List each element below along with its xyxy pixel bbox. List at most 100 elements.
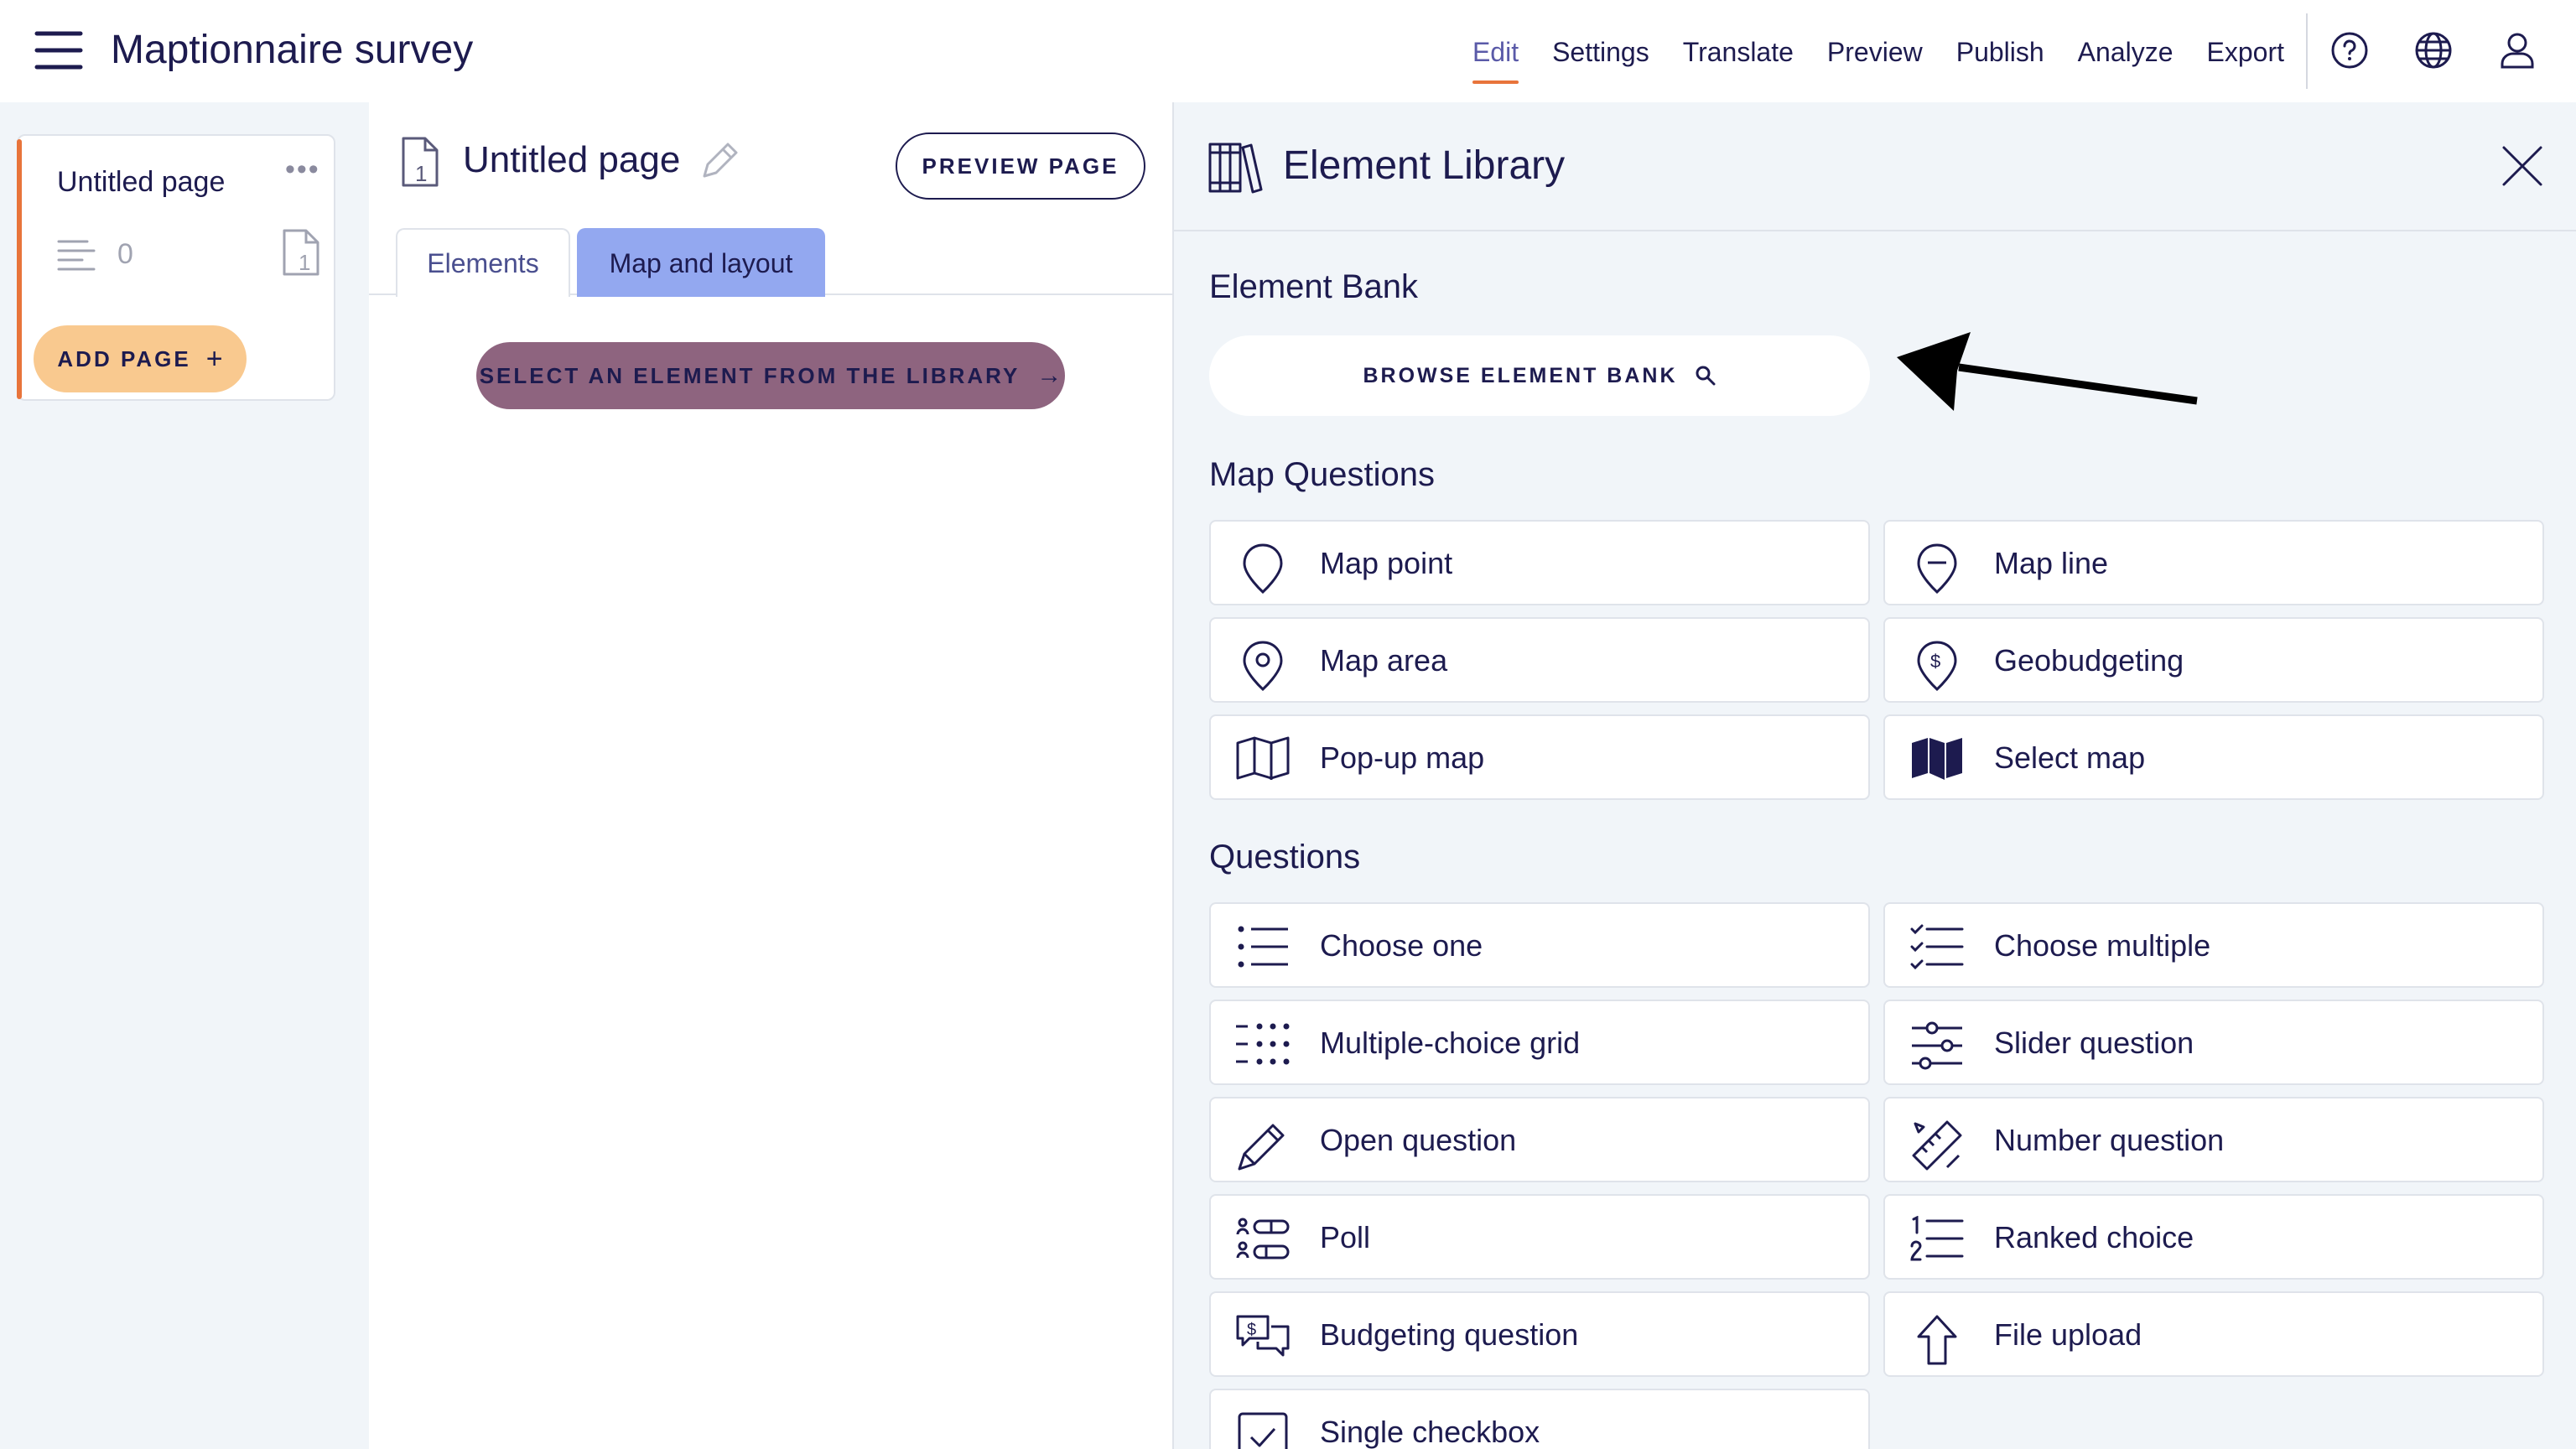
page-document-icon: 1 (401, 136, 439, 188)
nav-preview[interactable]: Preview (1827, 25, 1923, 79)
element-count: 0 (117, 238, 133, 270)
map-line-button[interactable]: Map line (1883, 520, 2544, 605)
folded-map-filled-icon (1910, 736, 1964, 782)
element-library-panel: Element Library Element Bank BROWSE ELEM… (1172, 102, 2576, 1449)
help-icon[interactable] (2329, 30, 2370, 70)
plus-icon: + (205, 342, 223, 375)
multiple-choice-grid-button[interactable]: Multiple-choice grid (1209, 1000, 1870, 1085)
user-icon[interactable] (2497, 30, 2537, 70)
library-title: Element Library (1283, 143, 1566, 188)
map-area-label: Map area (1320, 643, 1448, 678)
page-number: 1 (299, 250, 310, 275)
tab-elements[interactable]: Elements (396, 228, 570, 297)
dot-grid-icon (1236, 1021, 1290, 1067)
annotation-arrow-icon (1892, 327, 2202, 424)
page-card-active-indicator (17, 139, 22, 399)
page-title: Untitled page (463, 139, 681, 180)
select-map-label: Select map (1994, 740, 2146, 775)
pop-up-map-button[interactable]: Pop-up map (1209, 714, 1870, 800)
pencil-icon (1236, 1119, 1290, 1171)
pop-up-map-label: Pop-up map (1320, 740, 1485, 775)
hamburger-menu-icon[interactable] (34, 29, 84, 72)
select-element-label: SELECT AN ELEMENT FROM THE LIBRARY (479, 362, 1021, 388)
checklist-icon (1910, 924, 1964, 969)
map-pin-icon (1236, 542, 1290, 595)
multiple-choice-grid-label: Multiple-choice grid (1320, 1026, 1581, 1060)
add-page-button[interactable]: ADD PAGE + (34, 325, 247, 392)
arrow-right-icon: → (1036, 361, 1062, 389)
single-checkbox-button[interactable]: Single checkbox (1209, 1389, 1870, 1449)
ranked-choice-button[interactable]: Ranked choice (1883, 1194, 2544, 1280)
map-line-icon (1910, 542, 1964, 595)
library-header: Element Library (1174, 102, 2576, 231)
single-checkbox-label: Single checkbox (1320, 1415, 1540, 1449)
number-question-button[interactable]: Number question (1883, 1097, 2544, 1182)
browse-element-bank-button[interactable]: BROWSE ELEMENT BANK (1209, 335, 1870, 416)
top-navigation: Edit Settings Translate Preview Publish … (1472, 25, 2284, 84)
map-line-label: Map line (1994, 546, 2109, 580)
checkbox-icon (1236, 1410, 1290, 1449)
choose-multiple-label: Choose multiple (1994, 928, 2211, 963)
nav-edit[interactable]: Edit (1472, 25, 1519, 84)
tab-map-and-layout[interactable]: Map and layout (577, 228, 825, 297)
file-upload-button[interactable]: File upload (1883, 1291, 2544, 1377)
open-question-button[interactable]: Open question (1209, 1097, 1870, 1182)
bullet-list-icon (1236, 924, 1290, 969)
poll-label: Poll (1320, 1220, 1371, 1254)
books-icon (1208, 139, 1263, 195)
close-icon[interactable] (2499, 143, 2546, 190)
map-questions-heading: Map Questions (1209, 456, 1436, 493)
element-bank-heading: Element Bank (1209, 268, 1419, 305)
app-title: Maptionnaire survey (111, 28, 474, 72)
page-number-icon: 1 (282, 228, 320, 277)
select-element-button[interactable]: SELECT AN ELEMENT FROM THE LIBRARY → (476, 342, 1065, 409)
page-card-title: Untitled page (57, 166, 226, 198)
nav-translate[interactable]: Translate (1683, 25, 1794, 79)
number-question-label: Number question (1994, 1123, 2225, 1157)
add-page-label: ADD PAGE (57, 345, 191, 371)
page-card-more-icon[interactable]: ••• (285, 155, 320, 184)
slider-question-button[interactable]: Slider question (1883, 1000, 2544, 1085)
nav-analyze[interactable]: Analyze (2078, 25, 2174, 79)
edit-title-pencil-icon[interactable] (698, 139, 741, 183)
nav-divider (2306, 13, 2308, 89)
map-point-label: Map point (1320, 546, 1453, 580)
slider-question-label: Slider question (1994, 1026, 2194, 1060)
geobudget-pin-icon: $ (1910, 639, 1964, 692)
numbered-list-icon (1910, 1216, 1964, 1261)
budgeting-question-button[interactable]: $ Budgeting question (1209, 1291, 1870, 1377)
nav-publish[interactable]: Publish (1956, 25, 2044, 79)
ruler-pencil-icon (1910, 1119, 1964, 1171)
budgeting-question-label: Budgeting question (1320, 1317, 1579, 1352)
poll-icon (1236, 1216, 1290, 1261)
sliders-icon (1910, 1021, 1964, 1070)
pages-sidebar: Untitled page ••• 0 1 ADD PAGE + (0, 102, 369, 1449)
choose-multiple-button[interactable]: Choose multiple (1883, 902, 2544, 988)
upload-arrow-icon (1910, 1313, 1964, 1365)
editor-page-number: 1 (415, 161, 427, 186)
page-editor: 1 Untitled page PREVIEW PAGE Elements Ma… (369, 102, 1172, 1449)
globe-icon[interactable] (2413, 30, 2454, 70)
search-icon (1696, 366, 1716, 386)
questions-heading: Questions (1209, 839, 1361, 875)
geobudgeting-button[interactable]: $ Geobudgeting (1883, 617, 2544, 703)
choose-one-label: Choose one (1320, 928, 1483, 963)
file-upload-label: File upload (1994, 1317, 2142, 1352)
preview-page-button[interactable]: PREVIEW PAGE (896, 132, 1145, 200)
browse-element-bank-label: BROWSE ELEMENT BANK (1363, 363, 1678, 387)
folded-map-outline-icon (1236, 736, 1290, 782)
top-bar: Maptionnaire survey Edit Settings Transl… (0, 0, 2576, 102)
choose-one-button[interactable]: Choose one (1209, 902, 1870, 988)
map-area-button[interactable]: Map area (1209, 617, 1870, 703)
element-count-icon (57, 236, 96, 275)
poll-button[interactable]: Poll (1209, 1194, 1870, 1280)
select-map-button[interactable]: Select map (1883, 714, 2544, 800)
nav-export[interactable]: Export (2207, 25, 2284, 79)
editor-tabs: Elements Map and layout (369, 228, 1172, 297)
map-point-button[interactable]: Map point (1209, 520, 1870, 605)
ranked-choice-label: Ranked choice (1994, 1220, 2194, 1254)
nav-settings[interactable]: Settings (1552, 25, 1649, 79)
svg-text:$: $ (1930, 651, 1940, 672)
geobudgeting-label: Geobudgeting (1994, 643, 2184, 678)
budget-chat-icon: $ (1236, 1313, 1290, 1358)
